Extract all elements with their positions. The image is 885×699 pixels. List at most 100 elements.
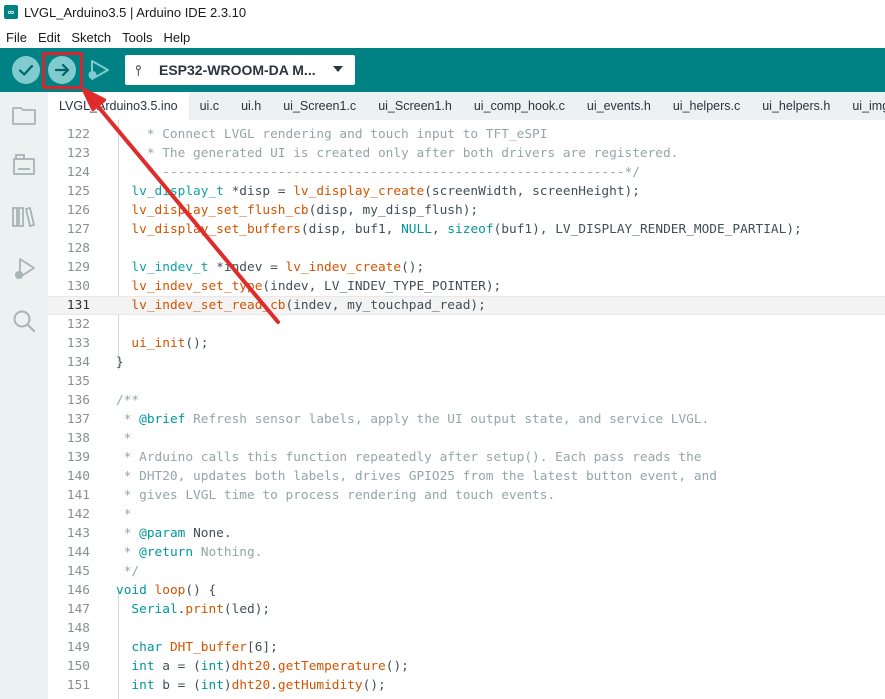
line-number: 144 — [66, 545, 90, 560]
code-text: * — [116, 507, 132, 522]
code-token: (buf1), LV_DISPLAY_RENDER_MODE_PARTIAL); — [493, 222, 802, 237]
tab-ui-comp-hook-c[interactable]: ui_comp_hook.c — [463, 92, 576, 120]
code-token: (); — [362, 678, 386, 693]
tab-ui-screen1-h[interactable]: ui_Screen1.h — [367, 92, 463, 120]
code-text: * gives LVGL time to process rendering a… — [116, 488, 555, 503]
tab-ui-c[interactable]: ui.c — [189, 92, 230, 120]
menu-tools[interactable]: Tools — [122, 30, 152, 45]
library-icon[interactable] — [11, 204, 37, 230]
line-number: 128 — [66, 241, 90, 256]
code-line[interactable]: 145 */ — [48, 562, 885, 581]
code-line[interactable]: 140 * DHT20, updates both labels, drives… — [48, 467, 885, 486]
menu-sketch[interactable]: Sketch — [71, 30, 111, 45]
code-line[interactable]: 146 void loop() { — [48, 581, 885, 600]
code-token: char — [131, 640, 163, 655]
code-line[interactable]: 141 * gives LVGL time to process renderi… — [48, 486, 885, 505]
tab-lvgl-arduino-ino[interactable]: LVGL_Arduino3.5.ino — [48, 92, 189, 120]
code-token: } — [116, 355, 124, 370]
code-line[interactable]: 130 lv_indev_set_type(indev, LV_INDEV_TY… — [48, 277, 885, 296]
code-token: * The generated UI is created only after… — [116, 146, 679, 161]
code-text: * Connect LVGL rendering and touch input… — [116, 127, 548, 142]
usb-icon: ⫯ — [135, 61, 142, 78]
board-selector[interactable]: ⫯ ESP32-WROOM-DA M... — [125, 55, 355, 85]
code-token: ) — [223, 659, 232, 674]
code-text: lv_display_set_buffers(disp, buf1, NULL,… — [116, 222, 802, 237]
code-line[interactable]: 127 lv_display_set_buffers(disp, buf1, N… — [48, 220, 885, 239]
line-number: 129 — [66, 260, 90, 275]
code-line[interactable]: 142 * — [48, 505, 885, 524]
code-line[interactable]: 136 /** — [48, 391, 885, 410]
code-line[interactable]: 149 char DHT_buffer[6]; — [48, 638, 885, 657]
code-text: lv_indev_set_type(indev, LV_INDEV_TYPE_P… — [116, 279, 501, 294]
tab-ui-img-b[interactable]: ui_img_b — [841, 92, 885, 120]
code-editor[interactable]: 122 * Connect LVGL rendering and touch i… — [48, 120, 885, 699]
code-line[interactable]: 135 — [48, 372, 885, 391]
code-token: lv_display_create — [293, 184, 425, 199]
tab-ui-screen1-c[interactable]: ui_Screen1.c — [272, 92, 367, 120]
code-line[interactable]: 150 int a = (int)dht20.getTemperature(); — [48, 657, 885, 676]
line-number: 126 — [66, 203, 90, 218]
code-text: * @param None. — [116, 526, 232, 541]
code-line[interactable]: 128 — [48, 239, 885, 258]
code-line[interactable]: 147 Serial.print(led); — [48, 600, 885, 619]
line-number: 124 — [66, 165, 90, 180]
code-token: . — [270, 678, 278, 693]
code-text: */ — [116, 564, 139, 579]
code-line[interactable]: 122 * Connect LVGL rendering and touch i… — [48, 125, 885, 144]
code-token: int — [200, 659, 224, 674]
code-token: () { — [185, 583, 217, 598]
menu-edit[interactable]: Edit — [38, 30, 60, 45]
code-token: , — [431, 222, 448, 237]
code-line[interactable]: 123 * The generated UI is created only a… — [48, 144, 885, 163]
code-token: None. — [185, 526, 232, 541]
code-token: DHT_buffer — [169, 640, 248, 655]
code-token: * — [116, 545, 140, 560]
code-line[interactable]: 143 * @param None. — [48, 524, 885, 543]
code-token: loop — [154, 583, 186, 598]
code-line[interactable]: 129 lv_indev_t *indev = lv_indev_create(… — [48, 258, 885, 277]
code-line[interactable]: 131 lv_indev_set_read_cb(indev, my_touch… — [48, 296, 885, 315]
tab-ui-events-h[interactable]: ui_events.h — [576, 92, 662, 120]
tab-ui-h[interactable]: ui.h — [230, 92, 272, 120]
window-title: LVGL_Arduino3.5 | Arduino IDE 2.3.10 — [24, 4, 247, 20]
code-line[interactable]: 124 * ----------------------------------… — [48, 163, 885, 182]
menu-help[interactable]: Help — [163, 30, 190, 45]
code-token: dht20 — [231, 659, 271, 674]
code-token: int — [131, 678, 155, 693]
code-line[interactable]: 144 * @return Nothing. — [48, 543, 885, 562]
code-line[interactable]: 151 int b = (int)dht20.getHumidity(); — [48, 676, 885, 695]
code-line[interactable]: 125 lv_display_t *disp = lv_display_crea… — [48, 182, 885, 201]
tab-ui-helpers-c[interactable]: ui_helpers.c — [662, 92, 751, 120]
code-token: *disp = — [223, 184, 294, 199]
menu-file[interactable]: File — [6, 30, 27, 45]
code-token: @param — [139, 526, 186, 541]
code-line[interactable]: 134} — [48, 353, 885, 372]
folder-icon[interactable] — [11, 102, 37, 128]
code-token: print — [185, 602, 224, 617]
code-token: (screenWidth, screenHeight); — [424, 184, 640, 199]
code-token: */ — [116, 564, 140, 579]
code-line[interactable]: 126 lv_display_set_flush_cb(disp, my_dis… — [48, 201, 885, 220]
tab-ui-helpers-h[interactable]: ui_helpers.h — [751, 92, 841, 120]
code-line[interactable]: 132 — [48, 315, 885, 334]
code-token: lv_display_set_buffers — [131, 222, 301, 237]
code-text: lv_indev_t *indev = lv_indev_create(); — [116, 260, 424, 275]
code-line[interactable]: 148 — [48, 619, 885, 638]
debug-button[interactable] — [84, 56, 112, 84]
line-number: 138 — [66, 431, 90, 446]
code-line[interactable]: 133 ui_init(); — [48, 334, 885, 353]
code-text: ui_init(); — [116, 336, 208, 351]
code-line[interactable]: 138 * — [48, 429, 885, 448]
code-text: lv_indev_set_read_cb(indev, my_touchpad_… — [116, 298, 485, 313]
line-number: 125 — [66, 184, 90, 199]
board-manager-icon[interactable] — [11, 152, 37, 178]
code-line[interactable]: 139 * Arduino calls this function repeat… — [48, 448, 885, 467]
code-token: Refresh sensor labels, apply the UI outp… — [185, 412, 710, 427]
verify-button[interactable] — [12, 56, 40, 84]
code-line[interactable]: 137 * @brief Refresh sensor labels, appl… — [48, 410, 885, 429]
debug-icon[interactable] — [11, 256, 37, 282]
search-icon[interactable] — [11, 308, 37, 334]
code-token: int — [131, 659, 155, 674]
